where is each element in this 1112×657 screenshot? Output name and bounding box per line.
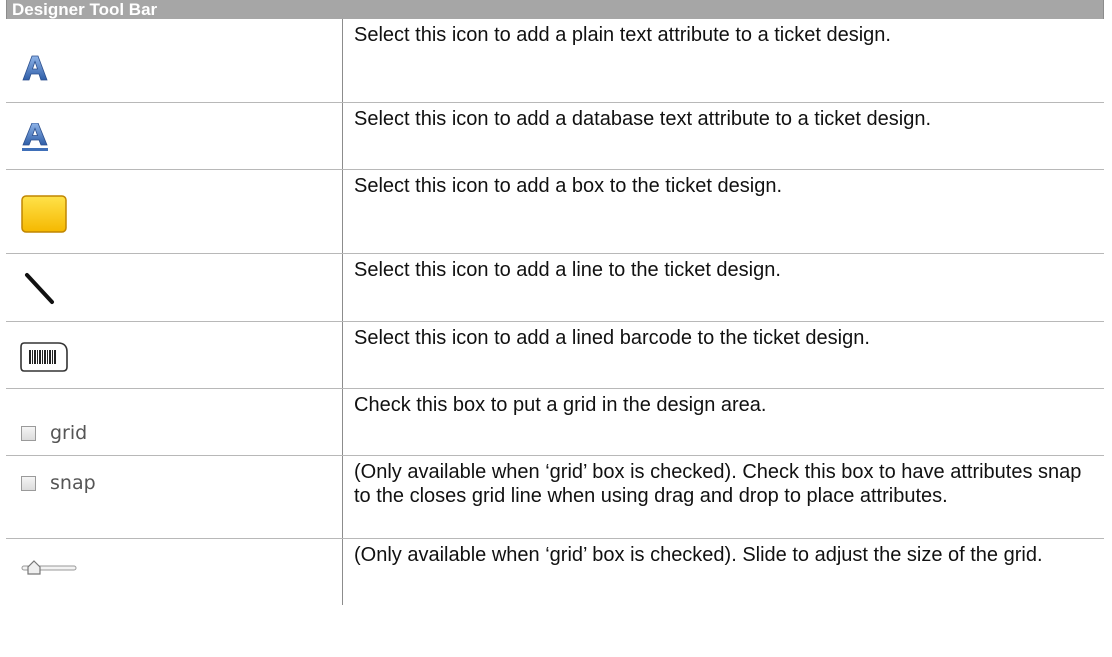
row-description: Check this box to put a grid in the desi… <box>354 394 767 416</box>
barcode-icon[interactable] <box>20 342 68 372</box>
table-row-snap: snap (Only available when ‘grid’ box is … <box>6 456 1104 539</box>
plain-text-a-icon[interactable] <box>22 55 48 81</box>
designer-toolbar-table: Designer Tool Bar Select this icon to ad… <box>6 0 1104 605</box>
grid-checkbox[interactable] <box>21 426 36 441</box>
slider-icon[interactable] <box>20 559 78 577</box>
table-header: Designer Tool Bar <box>6 0 1104 19</box>
table-row-grid: grid Check this box to put a grid in the… <box>6 389 1104 456</box>
box-icon[interactable] <box>21 195 67 233</box>
row-description: Select this icon to add a line to the ti… <box>354 259 781 281</box>
table-row-slider: (Only available when ‘grid’ box is check… <box>6 539 1104 605</box>
line-icon[interactable] <box>24 272 56 306</box>
table-row-line: Select this icon to add a line to the ti… <box>6 254 1104 322</box>
table-row-database-text: Select this icon to add a database text … <box>6 103 1104 170</box>
snap-checkbox[interactable] <box>21 476 36 491</box>
database-text-a-icon[interactable] <box>22 123 48 153</box>
row-description: Select this icon to add a plain text att… <box>354 24 891 46</box>
table-row-barcode: Select this icon to add a lined barcode … <box>6 322 1104 389</box>
row-description: Select this icon to add a lined barcode … <box>354 327 870 349</box>
table-row-plain-text: Select this icon to add a plain text att… <box>6 19 1104 103</box>
table-row-box: Select this icon to add a box to the tic… <box>6 170 1104 254</box>
row-description: (Only available when ‘grid’ box is check… <box>354 544 1043 566</box>
row-description: Select this icon to add a box to the tic… <box>354 175 783 197</box>
grid-checkbox-label: grid <box>50 422 88 444</box>
row-description: Select this icon to add a database text … <box>354 108 932 130</box>
row-description: (Only available when ‘grid’ box is check… <box>354 461 1082 507</box>
snap-checkbox-label: snap <box>50 472 96 494</box>
